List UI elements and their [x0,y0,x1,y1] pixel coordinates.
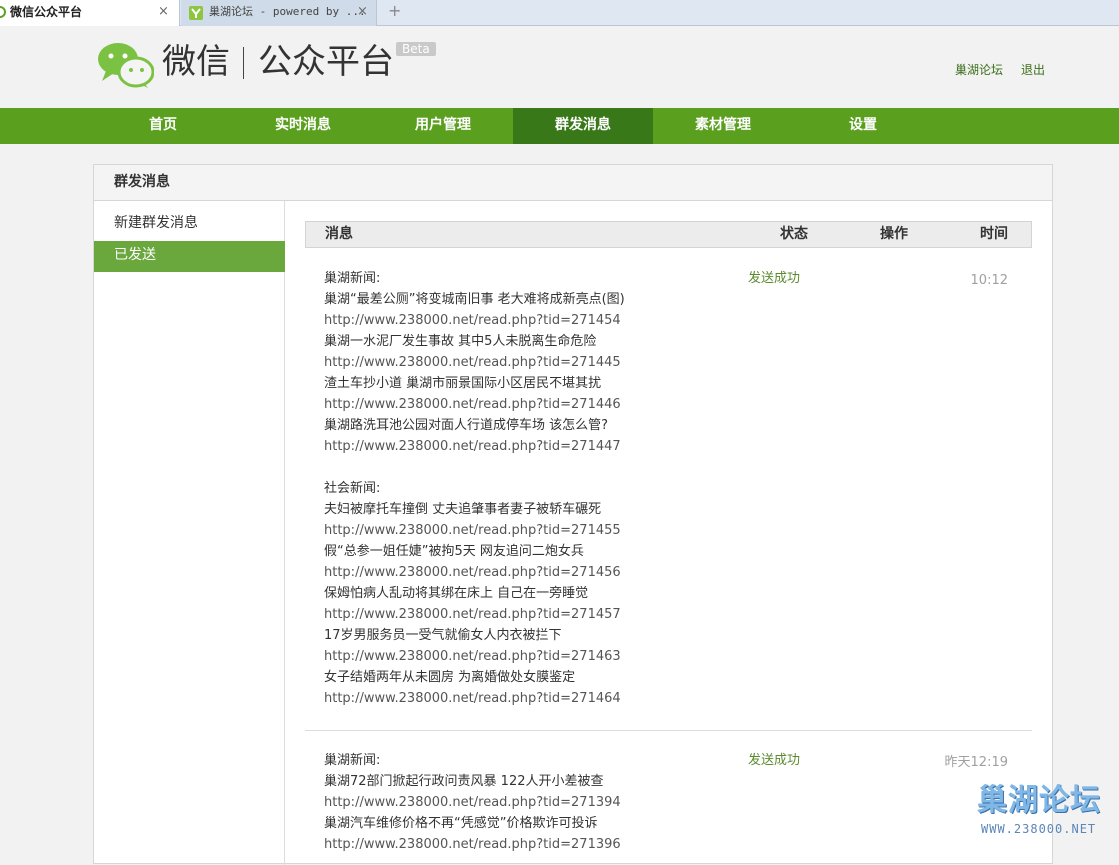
logout-link[interactable]: 退出 [1021,61,1045,78]
message-url: http://www.238000.net/read.php?tid=27139… [324,837,621,852]
nav-home[interactable]: 首页 [93,108,233,144]
tab-close-icon[interactable]: × [357,0,368,24]
new-tab-button[interactable]: + [388,0,401,24]
col-message: 消息 [325,226,353,242]
wechat-favicon-icon [0,6,6,18]
message-url: http://www.238000.net/read.php?tid=27146… [324,649,621,664]
tab-wechat-mp[interactable]: 微信公众平台 × [0,0,180,26]
message-line: 巢湖新闻: [324,753,381,768]
browser-tab-strip: 微信公众平台 × 巢湖论坛 - powered by ... × + [0,0,1119,26]
tab-close-icon[interactable]: × [158,0,169,24]
content-panel: 群发消息 新建群发消息 已发送 消息 状态 操作 时间 巢湖新闻: 巢湖“最差公… [93,164,1053,865]
watermark-title: 巢湖论坛 [977,783,1101,818]
message-url: http://www.238000.net/read.php?tid=27144… [324,439,621,454]
message-url: http://www.238000.net/read.php?tid=27145… [324,313,621,328]
message-url: http://www.238000.net/read.php?tid=27145… [324,523,621,538]
message-content: 巢湖新闻: 巢湖“最差公厕”将变城南旧事 老大难将成新亮点(图) http://… [324,268,764,709]
brand-wechat: 微信 [162,42,230,82]
nav-mass-messages[interactable]: 群发消息 [513,108,653,144]
watermark-url: WWW.238000.NET [981,822,1097,836]
message-url: http://www.238000.net/read.php?tid=27146… [324,691,621,706]
col-action: 操作 [880,226,908,242]
message-line: 巢湖一水泥厂发生事故 其中5人未脱离生命危险 [324,334,597,349]
wechat-logo-icon [98,43,154,88]
panel-title: 群发消息 [94,165,1052,201]
forum-watermark: 巢湖论坛 WWW.238000.NET [975,783,1115,843]
nav-materials[interactable]: 素材管理 [653,108,793,144]
message-line: 假“总参一姐任婕”被拘5天 网友追问二炮女兵 [324,544,584,559]
brand-separator [243,47,244,79]
message-line: 社会新闻: [324,481,381,496]
beta-badge: Beta [396,42,436,56]
nav-settings[interactable]: 设置 [793,108,933,144]
timestamp: 昨天12:19 [944,755,1008,770]
message-line: 巢湖“最差公厕”将变城南旧事 老大难将成新亮点(图) [324,292,625,307]
message-line: 夫妇被摩托车撞倒 丈夫追肇事者妻子被轿车碾死 [324,502,602,517]
account-name-link[interactable]: 巢湖论坛 [955,61,1003,78]
brand-public-platform: 公众平台 [258,42,394,82]
message-url: http://www.238000.net/read.php?tid=27145… [324,607,621,622]
col-time: 时间 [980,226,1008,242]
message-line: 巢湖新闻: [324,271,381,286]
message-line: 女子结婚两年从未圆房 为离婚做处女膜鉴定 [324,670,576,685]
nav-user-management[interactable]: 用户管理 [373,108,513,144]
message-url: http://www.238000.net/read.php?tid=27139… [324,795,621,810]
message-line: 巢湖汽车维修价格不再“凭感觉”价格欺诈可投诉 [324,816,598,831]
sidebar-item-new-mass-message[interactable]: 新建群发消息 [94,209,285,240]
table-header: 消息 状态 操作 时间 [305,221,1032,248]
message-line: 17岁男服务员一受气就偷女人内衣被拦下 [324,628,562,643]
site-header: 微信 公众平台 Beta 巢湖论坛 退出 [0,27,1119,108]
status-text: 发送成功 [748,753,801,768]
status-text: 发送成功 [748,271,801,286]
message-url: http://www.238000.net/read.php?tid=27144… [324,397,621,412]
message-line: 保姆怕病人乱动将其绑在床上 自己在一旁睡觉 [324,586,589,601]
message-line: 渣土车抄小道 巢湖市丽景国际小区居民不堪其扰 [324,376,602,391]
tab-chaohu-forum[interactable]: 巢湖论坛 - powered by ... × [181,0,377,26]
col-status: 状态 [780,226,808,242]
message-line: 巢湖72部门掀起行政问责风暴 122人开小差被查 [324,774,604,789]
timestamp: 10:12 [970,273,1008,288]
message-url: http://www.238000.net/read.php?tid=27145… [324,565,621,580]
sidebar: 新建群发消息 已发送 [94,201,285,865]
message-line: 巢湖路洗耳池公园对面人行道成停车场 该怎么管? [324,418,609,433]
message-url: http://www.238000.net/read.php?tid=27144… [324,355,621,370]
tab-title: 巢湖论坛 - powered by ... [209,5,366,18]
nav-realtime-messages[interactable]: 实时消息 [233,108,373,144]
sidebar-item-sent[interactable]: 已发送 [94,241,285,272]
message-content: 巢湖新闻: 巢湖72部门掀起行政问责风暴 122人开小差被查 http://ww… [324,750,764,855]
row-divider [305,730,1032,731]
forum-favicon-icon [189,6,203,20]
tab-title: 微信公众平台 [10,5,83,19]
main-nav: 首页 实时消息 用户管理 群发消息 素材管理 设置 [0,108,1119,144]
